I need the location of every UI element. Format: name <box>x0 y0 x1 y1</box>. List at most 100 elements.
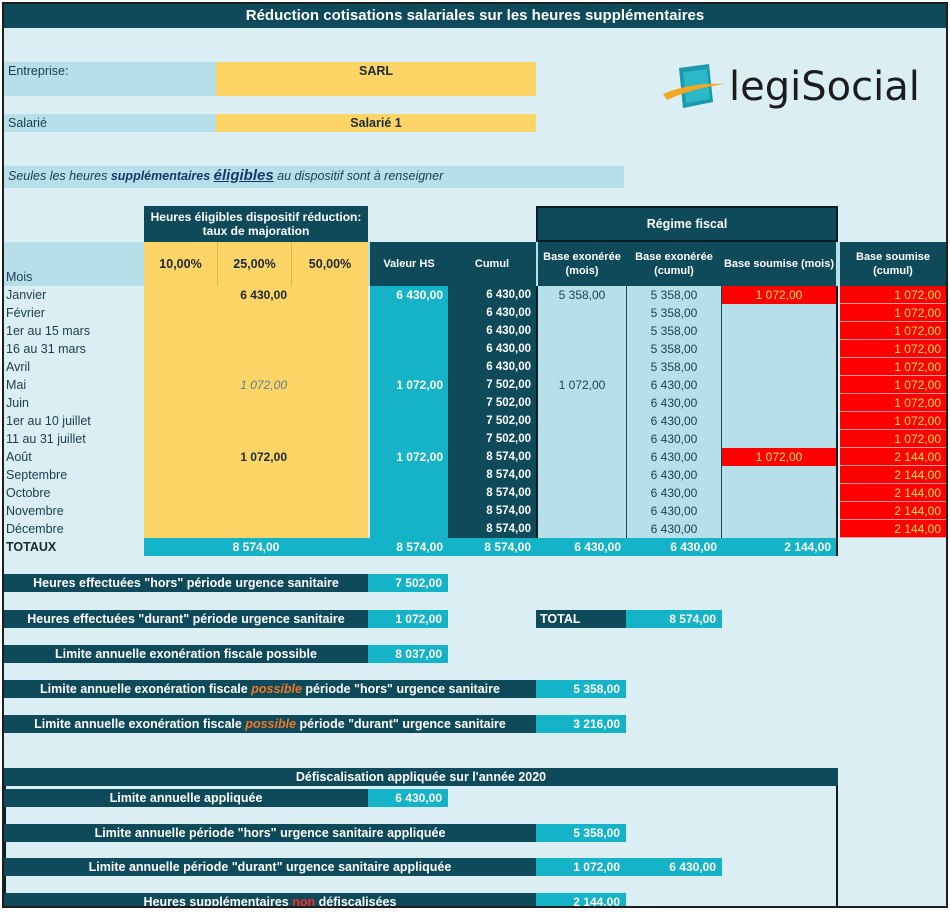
durant-value: 1 072,00 <box>368 610 448 628</box>
rate-10-cell[interactable] <box>144 340 218 358</box>
rate-50-cell[interactable] <box>292 286 368 304</box>
base-soumise-mois-cell <box>722 466 836 484</box>
cumul-cell: 8 574,00 <box>486 451 531 463</box>
limite-durant-value: 3 216,00 <box>536 715 626 733</box>
valeur-hs-cell <box>370 430 448 448</box>
rate-25-cell <box>218 340 292 358</box>
base-soumise-cumul-cell: 2 144,00 <box>840 484 946 502</box>
base-soumise-mois-cell <box>722 322 836 340</box>
base-soumise-cumul-cell: 2 144,00 <box>840 466 946 484</box>
base-exo-mois-cell <box>538 322 626 340</box>
rate-50-cell[interactable] <box>292 430 368 448</box>
rate-50-cell[interactable] <box>292 394 368 412</box>
rate-50-cell[interactable] <box>292 520 368 538</box>
header-base-soumise-cumul: Base soumise (cumul) <box>840 242 946 286</box>
rate-50-cell[interactable] <box>292 358 368 376</box>
cumul-cell: 8 574,00 <box>486 505 531 517</box>
limite-label: Limite annuelle exonération fiscale poss… <box>4 645 368 663</box>
rate-10-cell[interactable] <box>144 466 218 484</box>
cumul-cell: 8 574,00 <box>486 487 531 499</box>
base-exo-mois-cell <box>538 358 626 376</box>
rate-50-cell[interactable] <box>292 484 368 502</box>
spreadsheet: Réduction cotisations salariales sur les… <box>2 2 948 908</box>
defisc-durant-label: Limite annuelle période "durant" urgence… <box>4 858 536 876</box>
base-exo-mois-cell <box>538 502 626 520</box>
base-soumise-mois-cell <box>722 412 836 430</box>
rate-25-cell: 6 430,00 <box>240 288 287 302</box>
month-label: Avril <box>6 360 31 374</box>
rate-10-cell[interactable] <box>144 412 218 430</box>
rate-10-cell[interactable] <box>144 358 218 376</box>
base-soumise-mois-cell: 1 072,00 <box>722 448 836 466</box>
base-exo-cumul-cell: 6 430,00 <box>650 378 698 392</box>
rate-50-cell[interactable] <box>292 448 368 466</box>
rate-50-cell[interactable] <box>292 304 368 322</box>
month-label: Août <box>6 450 32 464</box>
base-soumise-mois-cell <box>722 358 836 376</box>
defisc-appliquee-label: Limite annuelle appliquée <box>4 789 368 807</box>
valeur-hs-cell <box>370 502 448 520</box>
rate-50-cell[interactable] <box>292 376 368 394</box>
rate-50-cell[interactable] <box>292 322 368 340</box>
month-label: Mai <box>6 378 27 392</box>
rate-10-cell[interactable] <box>144 286 218 304</box>
rate-10-cell[interactable] <box>144 448 218 466</box>
limite-value: 8 037,00 <box>368 645 448 663</box>
rate-10-cell[interactable] <box>144 502 218 520</box>
valeur-hs-cell <box>370 340 448 358</box>
cumul-cell: 6 430,00 <box>486 343 531 355</box>
totaux-valeur: 8 574,00 <box>396 540 443 554</box>
rate-10-cell[interactable] <box>144 430 218 448</box>
valeur-hs-cell: 1 072,00 <box>396 450 443 464</box>
rate-10-cell[interactable] <box>144 394 218 412</box>
rate-10-cell[interactable] <box>144 520 218 538</box>
totaux-cumul: 8 574,00 <box>484 540 531 554</box>
month-label: Janvier <box>6 288 47 302</box>
legisocial-logo-icon <box>663 64 725 108</box>
totaux-exo-mois: 6 430,00 <box>574 540 621 554</box>
rate-50-cell[interactable] <box>292 412 368 430</box>
base-soumise-cumul-cell: 2 144,00 <box>840 502 946 520</box>
rate-10-cell[interactable] <box>144 484 218 502</box>
month-label: 11 au 31 juillet <box>6 432 86 446</box>
header-heures-eligibles: Heures éligibles dispositif réduction: t… <box>144 206 368 242</box>
rate-50-cell[interactable] <box>292 502 368 520</box>
valeur-hs-cell: 1 072,00 <box>396 378 443 392</box>
defisc-non-label: Heures supplémentaires non défiscalisées <box>4 893 536 906</box>
page-title: Réduction cotisations salariales sur les… <box>4 4 946 28</box>
rate-25-cell <box>218 520 292 538</box>
base-exo-mois-cell <box>538 340 626 358</box>
header-valeur-hs: Valeur HS <box>370 242 448 286</box>
rate-50-cell[interactable] <box>292 340 368 358</box>
defisc-durant-value2: 6 430,00 <box>626 858 722 876</box>
base-exo-cumul-cell: 6 430,00 <box>650 486 698 500</box>
base-exo-mois-cell <box>538 412 626 430</box>
salarie-field[interactable]: Salarié 1 <box>216 114 536 132</box>
header-base-exo-mois: Base exonérée (mois) <box>538 242 626 286</box>
totaux-exo-cumul: 6 430,00 <box>670 540 717 554</box>
rate-10-cell[interactable] <box>144 322 218 340</box>
cumul-cell: 6 430,00 <box>486 361 531 373</box>
hors-label: Heures effectuées "hors" période urgence… <box>4 574 368 592</box>
cumul-cell: 7 502,00 <box>486 397 531 409</box>
base-soumise-mois-cell <box>722 376 836 394</box>
totaux-label: TOTAUX <box>6 540 57 554</box>
rate-10-cell[interactable] <box>144 304 218 322</box>
base-soumise-cumul-cell: 1 072,00 <box>840 304 946 322</box>
total-value: 8 574,00 <box>626 610 722 628</box>
rate-50-cell[interactable] <box>292 466 368 484</box>
rate-25-cell <box>218 322 292 340</box>
entreprise-field[interactable]: SARL <box>216 62 536 96</box>
entreprise-label: Entreprise: <box>4 62 216 96</box>
base-exo-mois-cell <box>538 484 626 502</box>
instruction-note: Seules les heures supplémentaires éligib… <box>4 166 624 188</box>
month-label: Octobre <box>6 486 51 500</box>
base-exo-cumul-cell: 5 358,00 <box>650 324 698 338</box>
rate-10-cell[interactable] <box>144 376 218 394</box>
hors-value: 7 502,00 <box>368 574 448 592</box>
cumul-cell: 7 502,00 <box>486 415 531 427</box>
rate-25-cell <box>218 304 292 322</box>
valeur-hs-cell <box>370 520 448 538</box>
base-exo-mois-cell <box>538 394 626 412</box>
base-soumise-mois-cell <box>722 430 836 448</box>
